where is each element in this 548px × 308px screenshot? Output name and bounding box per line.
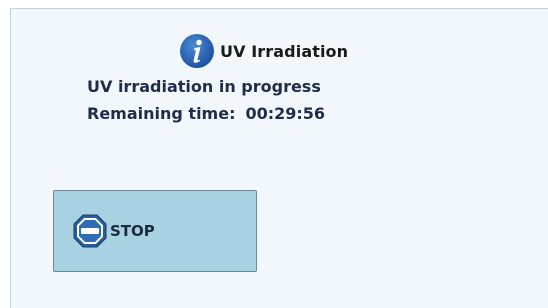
remaining-time-label: Remaining time:: [87, 104, 236, 123]
status-message: UV irradiation in progress: [87, 77, 321, 96]
dialog-title: UV Irradiation: [179, 33, 348, 69]
stop-button-label: STOP: [110, 222, 155, 240]
remaining-time-row: Remaining time: 00:29:56: [87, 104, 325, 123]
uv-irradiation-dialog: UV Irradiation UV irradiation in progres…: [10, 8, 548, 308]
dialog-title-text: UV Irradiation: [220, 41, 349, 61]
info-icon: [180, 34, 214, 68]
stop-button[interactable]: STOP: [53, 190, 257, 272]
stop-icon: [73, 214, 107, 248]
remaining-time-value: 00:29:56: [245, 104, 326, 123]
